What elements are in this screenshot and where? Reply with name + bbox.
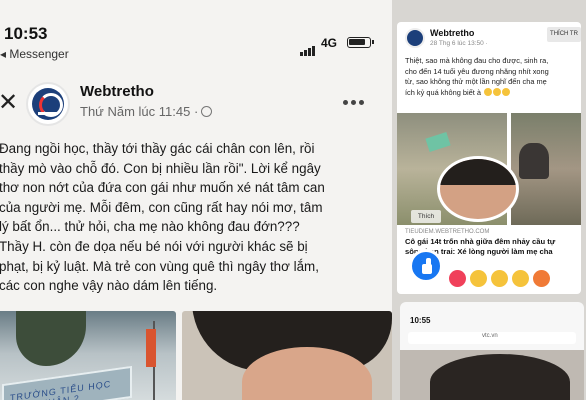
left-phone-screenshot: 10:53 ◂ Messenger 4G ✕ Webtretho Thứ Năm…: [0, 0, 392, 400]
haha-reaction-icon[interactable]: [470, 270, 487, 287]
card-text-line: cho đến 14 tuổi yêu đương nhăng nhít xon…: [405, 66, 549, 76]
page-name[interactable]: Webtretho: [80, 83, 154, 100]
article-photo: [400, 350, 584, 400]
post-line: Thầy H. còn đe dọa nếu bé nói với người …: [0, 238, 308, 254]
post-photo-school[interactable]: TRƯỜNG TIỂU HỌC TÂN THUẬN 2: [0, 311, 176, 400]
post-line: của người mẹ. Mỗi đêm, con cũng rất hay …: [0, 199, 323, 215]
close-icon[interactable]: ✕: [0, 88, 18, 117]
card-text-line: ích kỷ quá không biết à: [405, 87, 581, 99]
card-page-name[interactable]: Webtretho: [430, 28, 474, 38]
globe-icon: [201, 106, 213, 117]
post-meta: Thứ Năm lúc 11:45 ·: [80, 104, 213, 119]
second-phone-screenshot: 10:55 vtc.vn: [400, 302, 584, 400]
headline-line: Cô gái 14t trốn nhà giữa đêm nhảy cầu tự: [405, 237, 556, 246]
phone2-time: 10:55: [410, 316, 431, 325]
link-source: TIEUDIEM.WEBTRETHO.COM: [405, 229, 490, 235]
browser-url: vtc.vn: [482, 333, 498, 339]
reaction-bar: [449, 270, 554, 292]
love-reaction-icon[interactable]: [449, 270, 466, 287]
post-line: Đang ngồi học, thầy tới thầy gác cái châ…: [0, 141, 315, 156]
post-line: thơ non nớt của đứa con gái như muốn xé …: [0, 180, 325, 196]
card-meta: 28 Thg 6 lúc 13:50 ·: [430, 40, 488, 47]
follow-button[interactable]: THÍCH TR: [547, 27, 581, 42]
signal-icon: [300, 38, 316, 56]
post-line: phạt, bị kỷ luật. Mà trẻ con vùng quê th…: [0, 258, 319, 274]
network-type: 4G: [321, 36, 338, 50]
back-to-messenger-link[interactable]: ◂ Messenger: [0, 47, 69, 61]
right-screenshot-panel: Webtretho 28 Thg 6 lúc 13:50 · THÍCH TR …: [392, 0, 586, 400]
card-avatar[interactable]: [405, 28, 425, 48]
battery-icon: [347, 37, 374, 48]
more-options-icon[interactable]: [343, 92, 367, 110]
post-photo-person[interactable]: [182, 311, 392, 400]
shared-post-card: Webtretho 28 Thg 6 lúc 13:50 · THÍCH TR …: [397, 22, 581, 294]
post-body: Đang ngồi học, thầy tới thầy gác cái châ…: [0, 139, 392, 296]
school-sign: TRƯỜNG TIỂU HỌC TÂN THUẬN 2: [2, 365, 132, 400]
emoji-icon: [484, 87, 493, 96]
angry-reaction-icon[interactable]: [533, 270, 550, 287]
emoji-icon: [493, 87, 502, 96]
sad-reaction-icon[interactable]: [512, 270, 529, 287]
thumbs-up-icon[interactable]: [409, 249, 443, 283]
like-button[interactable]: Thích: [411, 210, 441, 223]
card-text-line: Thiệt, sao mà không đau cho được, sinh r…: [405, 56, 549, 65]
card-text-line: từ, sao không thử một lần nghĩ đến cha m…: [405, 77, 547, 87]
card-photo-inset: [437, 156, 519, 222]
card-photo-crowd[interactable]: [511, 113, 581, 225]
post-line: lý bất ổn... thử hỏi, cha mẹ nào không đ…: [0, 219, 300, 235]
card-text: Thiệt, sao mà không đau cho được, sinh r…: [405, 56, 581, 98]
post-line: thầy mò vào chỗ đó. Con bị nhiều lần rồi…: [0, 160, 321, 176]
emoji-icon: [502, 87, 511, 96]
wow-reaction-icon[interactable]: [491, 270, 508, 287]
page-avatar[interactable]: [26, 82, 70, 126]
flag: [146, 329, 156, 367]
status-time: 10:53: [4, 24, 48, 43]
post-line: các con nghe vậy nào dám lên tiếng.: [0, 278, 218, 294]
post-timestamp: Thứ Năm lúc 11:45 ·: [80, 104, 199, 119]
status-bar: 10:53 ◂ Messenger 4G: [0, 0, 392, 70]
